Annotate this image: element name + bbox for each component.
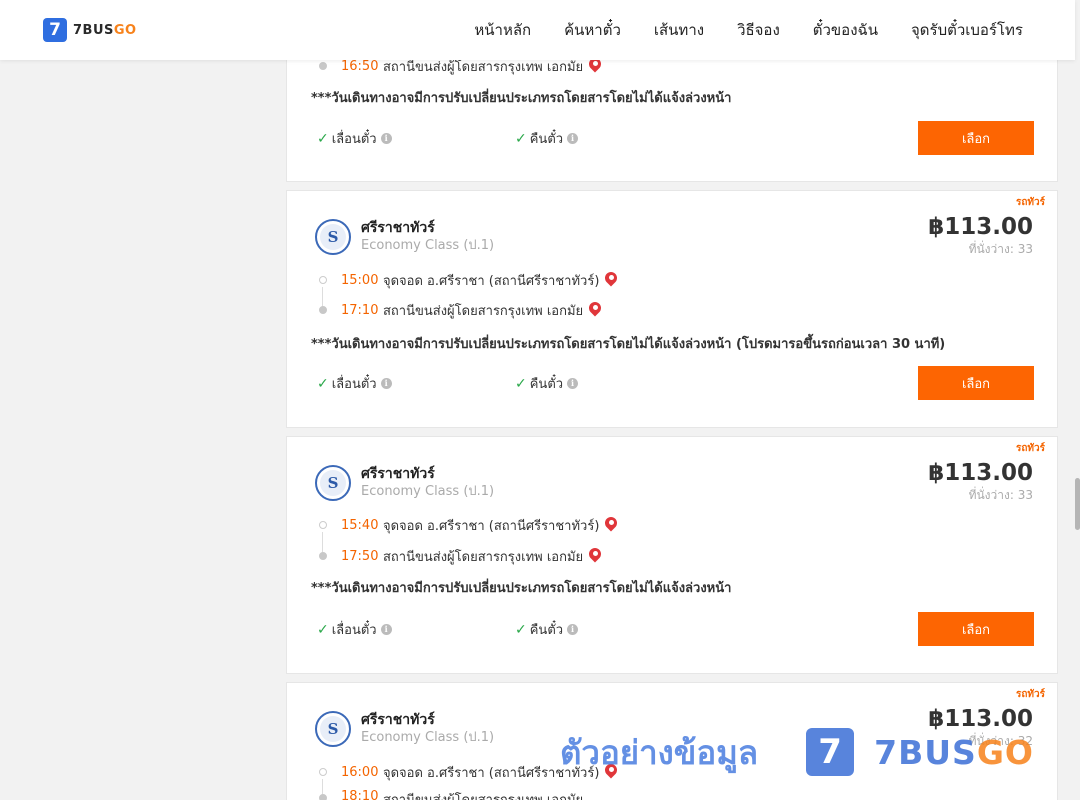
operator-info: S ศรีราชาทัวร์ Economy Class (ป.1) [315,465,494,501]
nav-routes[interactable]: เส้นทาง [654,18,704,42]
nav-home[interactable]: หน้าหลัก [474,18,531,42]
arrival-time: 16:50 [341,58,379,74]
trip-card: รถทัวร์ S ศรีราชาทัวร์ Economy Class (ป.… [286,436,1058,674]
operator-info: S ศรีราชาทัวร์ Economy Class (ป.1) [315,219,494,255]
price-box: ฿113.00 ที่นั่งว่าง: 33 [928,459,1033,503]
seats-available: ที่นั่งว่าง: 33 [968,242,1033,256]
policy-change: ✓ เลื่อนตั๋ว i [317,128,392,149]
site-logo[interactable]: 7 7BUSGO [43,18,137,42]
departure-dot-icon [319,768,327,776]
nav-my-tickets[interactable]: ตั๋วของฉัน [813,18,878,42]
arrival-time: 17:50 [341,548,379,564]
operator-logo-icon: S [315,219,351,255]
departure-stop: 15:40 จุดจอด อ.ศรีราชา (สถานีศรีราชาทัวร… [319,515,617,535]
scrollbar-thumb[interactable] [1075,478,1080,530]
top-header: 7 7BUSGO หน้าหลัก ค้นหาตั๋ว เส้นทาง วิธี… [0,0,1075,60]
arrival-time: 18:10 [341,789,379,800]
info-icon[interactable]: i [567,133,579,144]
check-icon: ✓ [515,621,527,638]
map-pin-icon[interactable] [589,302,601,318]
trip-card-partial: 16:50 สถานีขนส่งผู้โดยสารกรุงเทพ เอกมัย … [286,40,1058,182]
bus-class: Economy Class (ป.1) [361,238,495,253]
operator-info: S ศรีราชาทัวร์ Economy Class (ป.1) [315,711,494,747]
trip-card: รถทัวร์ S ศรีราชาทัวร์ Economy Class (ป.… [286,190,1058,428]
departure-station: จุดจอด อ.ศรีราชา (สถานีศรีราชาทัวร์) [383,273,600,289]
arrival-dot-icon [319,794,327,800]
trip-card: รถทัวร์ S ศรีราชาทัวร์ Economy Class (ป.… [286,682,1058,800]
map-pin-icon[interactable] [605,272,617,288]
select-button[interactable]: เลือก [918,612,1034,646]
info-icon[interactable]: i [380,133,392,144]
check-icon: ✓ [317,375,329,392]
page-scrollbar[interactable] [1075,0,1080,800]
select-button[interactable]: เลือก [918,366,1034,400]
arrival-station: สถานีขนส่งผู้โดยสารกรุงเทพ เอกมัย [383,303,584,319]
trip-note: ***วันเดินทางอาจมีการปรับเปลี่ยนประเภทรถ… [311,337,946,352]
policy-change: ✓ เลื่อนตั๋ว i [317,619,392,640]
trip-note: ***วันเดินทางอาจมีการปรับเปลี่ยนประเภทรถ… [311,581,732,596]
bus-type-tag: รถทัวร์ [1015,443,1045,454]
price-box: ฿113.00 ที่นั่งว่าง: 32 [928,705,1033,749]
bus-type-tag: รถทัวร์ [1015,197,1045,208]
policy-refund: ✓ คืนตั๋ว i [515,373,579,394]
check-icon: ✓ [515,130,527,147]
ticket-price: ฿113.00 [928,706,1033,732]
departure-station: จุดจอด อ.ศรีราชา (สถานีศรีราชาทัวร์) [383,518,600,534]
map-pin-icon[interactable] [605,764,617,780]
arrival-dot-icon [319,306,327,314]
check-icon: ✓ [317,621,329,638]
seats-available: ที่นั่งว่าง: 32 [968,734,1033,748]
bus-class: Economy Class (ป.1) [361,730,495,745]
operator-logo-icon: S [315,465,351,501]
operator-logo-icon: S [315,711,351,747]
info-icon[interactable]: i [380,624,392,635]
policy-refund: ✓ คืนตั๋ว i [515,619,579,640]
departure-dot-icon [319,521,327,529]
main-nav: หน้าหลัก ค้นหาตั๋ว เส้นทาง วิธีจอง ตั๋วข… [474,0,1023,60]
policy-change: ✓ เลื่อนตั๋ว i [317,373,392,394]
departure-time: 15:00 [341,272,379,288]
policy-refund: ✓ คืนตั๋ว i [515,128,579,149]
arrival-dot-icon [319,62,327,70]
ticket-price: ฿113.00 [928,214,1033,240]
operator-name: ศรีราชาทัวร์ [361,220,435,236]
departure-dot-icon [319,276,327,284]
nav-ticket-points[interactable]: จุดรับตั๋วเบอร์โทร [911,18,1023,42]
info-icon[interactable]: i [567,378,579,389]
arrival-stop: 17:50 สถานีขนส่งผู้โดยสารกรุงเทพ เอกมัย [319,546,601,566]
nav-search-tickets[interactable]: ค้นหาตั๋ว [564,18,621,42]
operator-name: ศรีราชาทัวร์ [361,712,435,728]
bus-class: Economy Class (ป.1) [361,484,495,499]
arrival-dot-icon [319,552,327,560]
price-box: ฿113.00 ที่นั่งว่าง: 33 [928,213,1033,257]
select-button[interactable]: เลือก [918,121,1034,155]
seats-available: ที่นั่งว่าง: 33 [968,488,1033,502]
ticket-price: ฿113.00 [928,460,1033,486]
check-icon: ✓ [515,375,527,392]
trip-note: ***วันเดินทางอาจมีการปรับเปลี่ยนประเภทรถ… [311,91,732,106]
info-icon[interactable]: i [567,624,579,635]
info-icon[interactable]: i [380,378,392,389]
departure-time: 15:40 [341,517,379,533]
departure-stop: 16:00 จุดจอด อ.ศรีราชา (สถานีศรีราชาทัวร… [319,762,617,782]
departure-stop: 15:00 จุดจอด อ.ศรีราชา (สถานีศรีราชาทัวร… [319,270,617,290]
arrival-station: สถานีขนส่งผู้โดยสารกรุงเทพ เอกมัย [383,789,583,800]
operator-name: ศรีราชาทัวร์ [361,466,435,482]
arrival-stop: 17:10 สถานีขนส่งผู้โดยสารกรุงเทพ เอกมัย [319,300,601,320]
logo-text: 7BUSGO [73,22,137,38]
logo-icon: 7 [43,18,67,42]
map-pin-icon[interactable] [589,548,601,564]
check-icon: ✓ [317,130,329,147]
map-pin-icon[interactable] [589,58,601,74]
arrival-time: 17:10 [341,302,379,318]
departure-time: 16:00 [341,764,379,780]
map-pin-icon[interactable] [605,517,617,533]
arrival-station: สถานีขนส่งผู้โดยสารกรุงเทพ เอกมัย [383,549,584,565]
nav-how-to-book[interactable]: วิธีจอง [737,18,780,42]
departure-station: จุดจอด อ.ศรีราชา (สถานีศรีราชาทัวร์) [383,765,600,781]
bus-type-tag: รถทัวร์ [1015,689,1045,700]
arrival-stop: 18:10 สถานีขนส่งผู้โดยสารกรุงเทพ เอกมัย [319,789,583,800]
